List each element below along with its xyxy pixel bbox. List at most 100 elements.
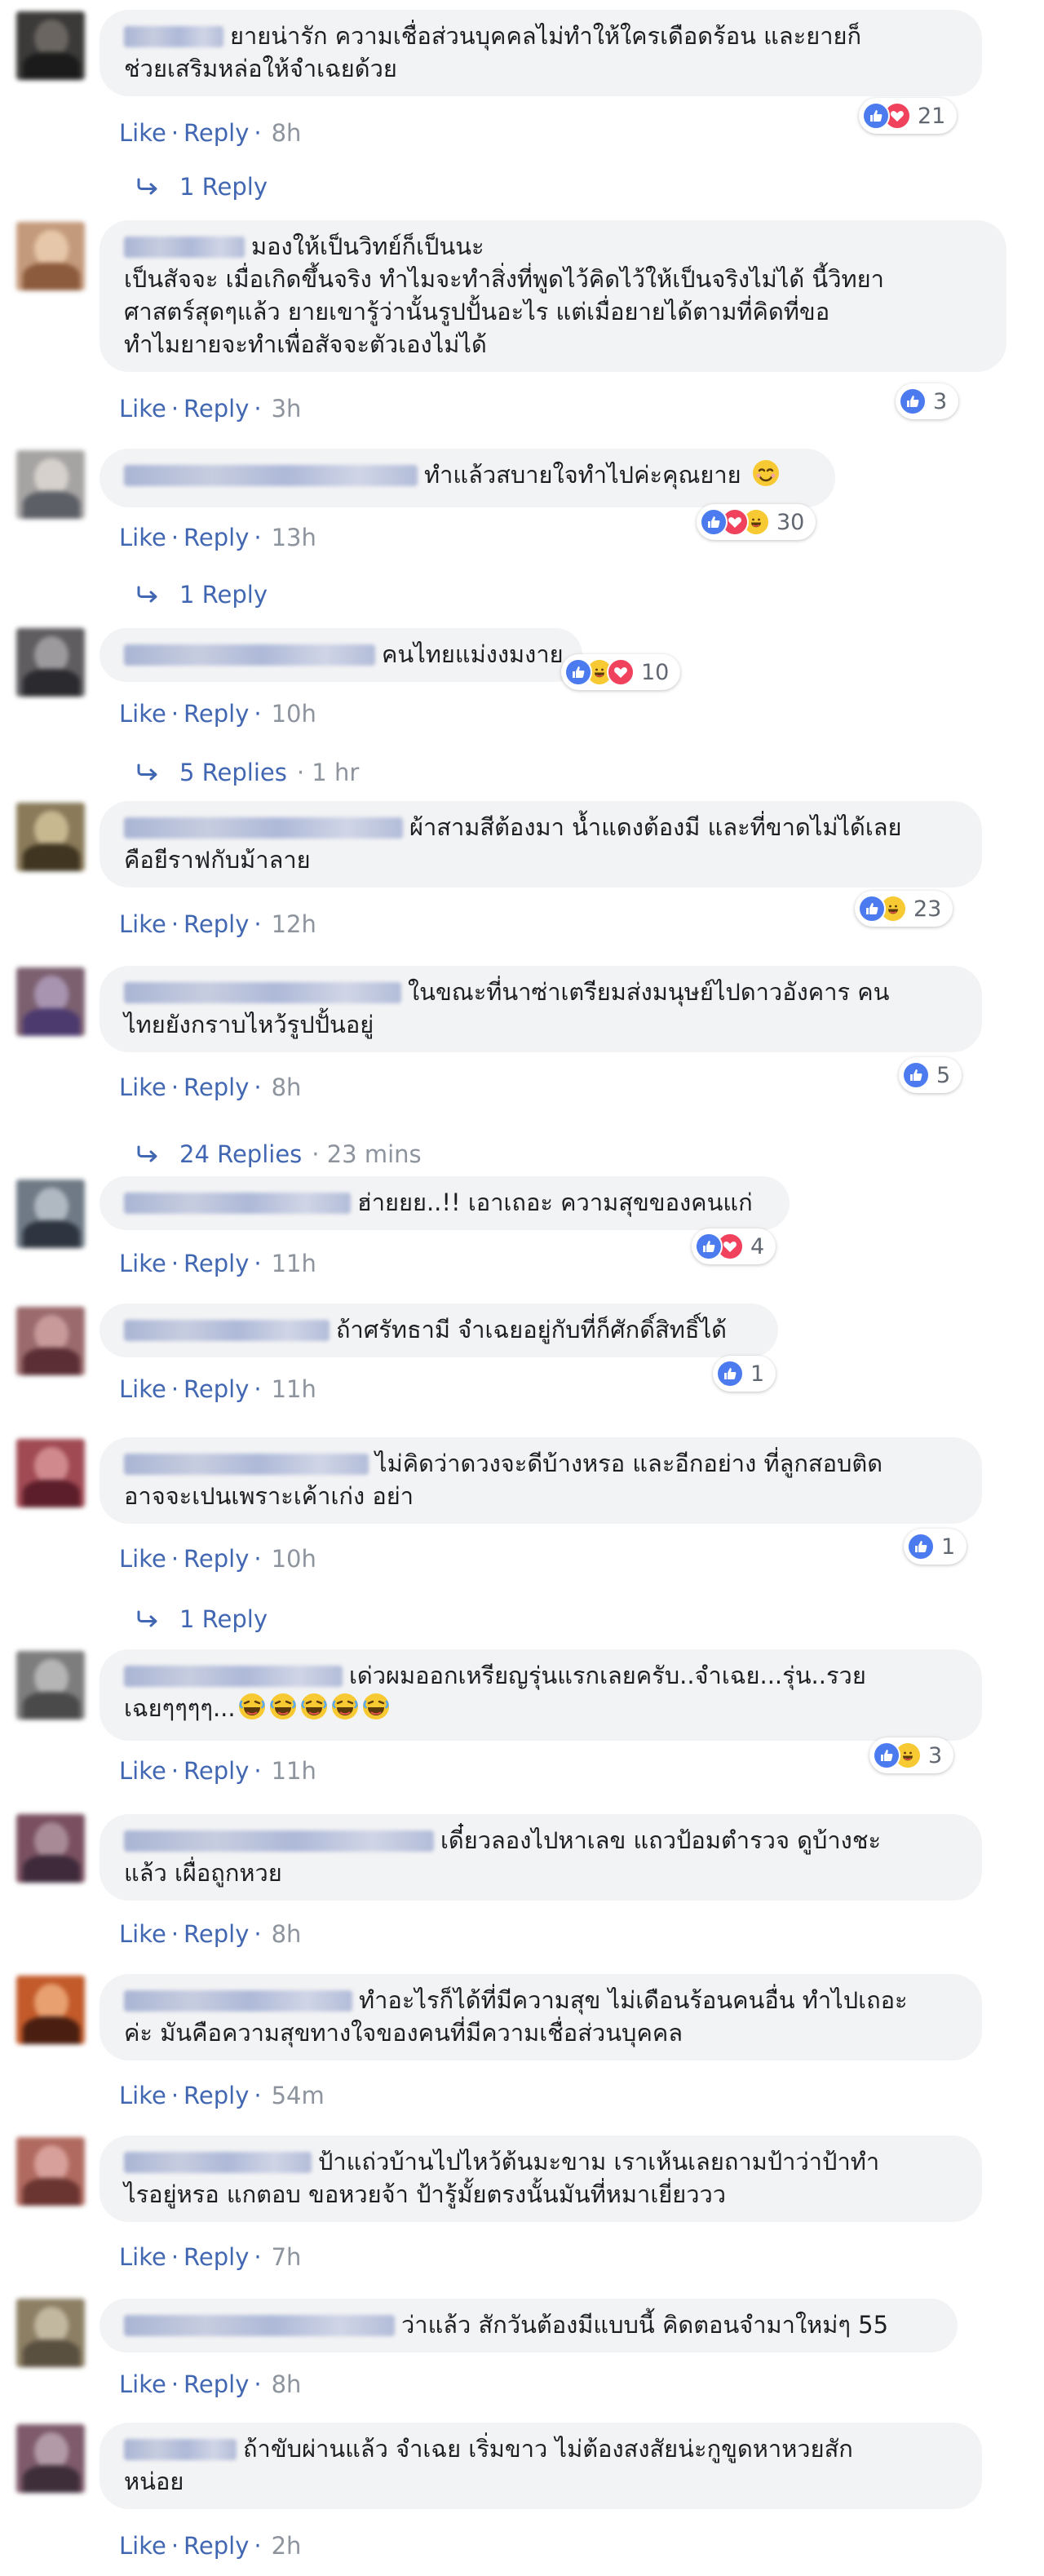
reaction-summary[interactable]: 5 — [899, 1057, 962, 1093]
reaction-summary[interactable]: 3 — [896, 383, 959, 419]
avatar[interactable] — [16, 1814, 85, 1883]
reaction-summary[interactable]: 21 — [859, 98, 958, 134]
comment-timestamp[interactable]: 3h — [267, 395, 302, 423]
replies-count-label[interactable]: 1 Reply — [179, 581, 268, 609]
commenter-name[interactable] — [124, 2152, 312, 2173]
commenter-name[interactable] — [124, 1193, 351, 1214]
reaction-summary[interactable]: 10 — [561, 654, 681, 690]
reply-link[interactable]: Reply — [184, 524, 249, 551]
comment-timestamp[interactable]: 8h — [267, 2370, 302, 2398]
reply-link[interactable]: Reply — [184, 1920, 249, 1948]
reply-link[interactable]: Reply — [184, 1545, 249, 1573]
comment-timestamp[interactable]: 54m — [267, 2082, 325, 2109]
avatar[interactable] — [16, 803, 85, 871]
avatar[interactable] — [16, 450, 85, 519]
avatar[interactable] — [16, 2137, 85, 2206]
like-link[interactable]: Like — [119, 1250, 166, 1277]
view-replies-link[interactable]: 24 Replies · 23 mins — [135, 1140, 422, 1168]
commenter-name[interactable] — [124, 1990, 352, 2012]
like-link[interactable]: Like — [119, 2370, 166, 2398]
separator-dot: · — [170, 395, 179, 423]
commenter-name[interactable] — [124, 982, 401, 1003]
comment-text-line: เป็นสัจจะ เมื่อเกิดขึ้นจริง ทำไมจะทำสิ่ง… — [124, 263, 982, 295]
commenter-name[interactable] — [124, 2315, 395, 2336]
reply-link[interactable]: Reply — [184, 910, 249, 938]
commenter-name[interactable] — [124, 26, 223, 47]
commenter-name[interactable] — [124, 817, 403, 839]
commenter-name[interactable] — [124, 1666, 343, 1687]
avatar[interactable] — [16, 11, 85, 80]
like-link[interactable]: Like — [119, 2532, 166, 2560]
replies-count-label[interactable]: 1 Reply — [179, 1605, 268, 1633]
reaction-summary[interactable]: 3 — [869, 1737, 954, 1773]
like-link[interactable]: Like — [119, 395, 166, 423]
like-link[interactable]: Like — [119, 2243, 166, 2271]
comment-timestamp[interactable]: 10h — [267, 700, 316, 728]
comment-timestamp[interactable]: 8h — [267, 119, 302, 147]
comment-timestamp[interactable]: 2h — [267, 2532, 302, 2560]
reaction-summary[interactable]: 30 — [697, 504, 816, 540]
comment-timestamp[interactable]: 8h — [267, 1920, 302, 1948]
like-link[interactable]: Like — [119, 1757, 166, 1785]
commenter-name[interactable] — [124, 1320, 330, 1341]
avatar[interactable] — [16, 1307, 85, 1375]
view-replies-link[interactable]: 1 Reply — [135, 581, 268, 609]
like-link[interactable]: Like — [119, 2082, 166, 2109]
avatar[interactable] — [16, 222, 85, 290]
reply-link[interactable]: Reply — [184, 395, 249, 423]
avatar[interactable] — [16, 1976, 85, 2044]
reply-link[interactable]: Reply — [184, 1757, 249, 1785]
reply-link[interactable]: Reply — [184, 119, 249, 147]
like-link[interactable]: Like — [119, 524, 166, 551]
avatar[interactable] — [16, 2424, 85, 2493]
reaction-summary[interactable]: 4 — [692, 1228, 776, 1264]
reply-link[interactable]: Reply — [184, 2243, 249, 2271]
like-link[interactable]: Like — [119, 910, 166, 938]
like-link[interactable]: Like — [119, 1073, 166, 1101]
reply-link[interactable]: Reply — [184, 1375, 249, 1403]
reply-link[interactable]: Reply — [184, 1250, 249, 1277]
comment-timestamp[interactable]: 11h — [267, 1757, 316, 1785]
avatar[interactable] — [16, 1180, 85, 1248]
avatar[interactable] — [16, 967, 85, 1036]
reply-link[interactable]: Reply — [184, 2370, 249, 2398]
reply-link[interactable]: Reply — [184, 2532, 249, 2560]
avatar[interactable] — [16, 628, 85, 697]
like-link[interactable]: Like — [119, 1545, 166, 1573]
commenter-name[interactable] — [124, 237, 245, 258]
avatar[interactable] — [16, 2299, 85, 2367]
reply-arrow-icon — [135, 1609, 160, 1629]
avatar[interactable] — [16, 1439, 85, 1507]
commenter-name[interactable] — [124, 1830, 434, 1852]
replies-count-label[interactable]: 1 Reply — [179, 173, 268, 201]
commenter-name[interactable] — [124, 644, 375, 666]
comment-timestamp[interactable]: 13h — [267, 524, 316, 551]
like-link[interactable]: Like — [119, 1920, 166, 1948]
like-link[interactable]: Like — [119, 700, 166, 728]
like-link[interactable]: Like — [119, 119, 166, 147]
reply-link[interactable]: Reply — [184, 700, 249, 728]
commenter-name[interactable] — [124, 2439, 237, 2460]
commenter-name[interactable] — [124, 1454, 369, 1475]
separator-dot: · — [170, 2243, 179, 2271]
comment-timestamp[interactable]: 11h — [267, 1250, 316, 1277]
avatar[interactable] — [16, 1651, 85, 1720]
replies-count-label[interactable]: 24 Replies — [179, 1140, 302, 1168]
comment-timestamp[interactable]: 7h — [267, 2243, 302, 2271]
view-replies-link[interactable]: 1 Reply — [135, 1605, 268, 1633]
reaction-summary[interactable]: 1 — [904, 1529, 967, 1565]
reply-arrow-icon — [135, 763, 160, 782]
replies-count-label[interactable]: 5 Replies — [179, 759, 287, 786]
reply-link[interactable]: Reply — [184, 2082, 249, 2109]
reaction-summary[interactable]: 1 — [713, 1356, 776, 1392]
view-replies-link[interactable]: 5 Replies · 1 hr — [135, 759, 359, 786]
comment-timestamp[interactable]: 10h — [267, 1545, 316, 1573]
reaction-summary[interactable]: 23 — [855, 891, 953, 927]
reply-link[interactable]: Reply — [184, 1073, 249, 1101]
comment-timestamp[interactable]: 12h — [267, 910, 316, 938]
comment-timestamp[interactable]: 8h — [267, 1073, 302, 1101]
like-link[interactable]: Like — [119, 1375, 166, 1403]
view-replies-link[interactable]: 1 Reply — [135, 173, 268, 201]
commenter-name[interactable] — [124, 465, 418, 486]
comment-timestamp[interactable]: 11h — [267, 1375, 316, 1403]
